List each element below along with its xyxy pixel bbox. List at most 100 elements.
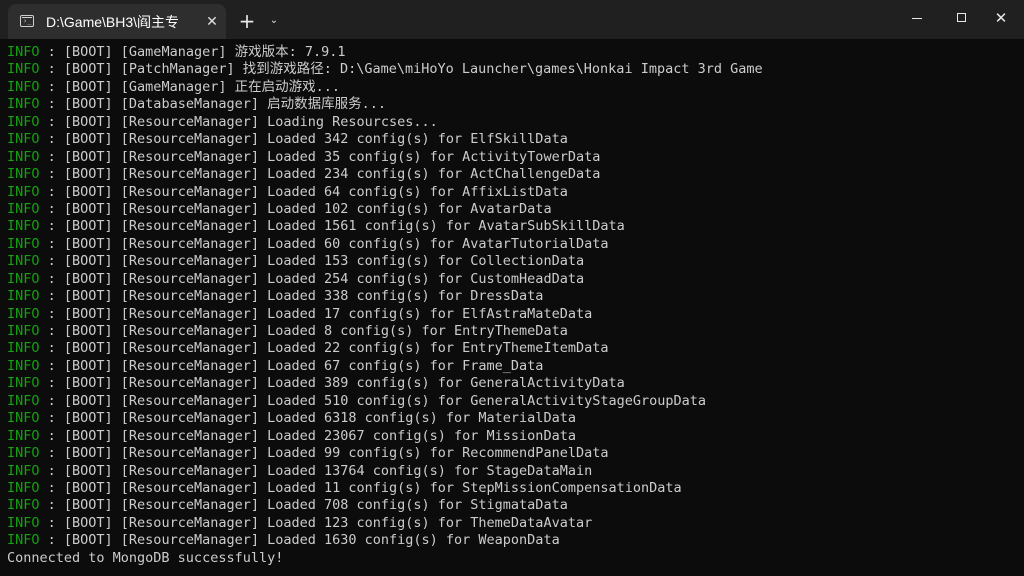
log-line: INFO : [BOOT] [ResourceManager] Loaded 2… <box>7 166 763 183</box>
close-tab-icon[interactable]: ✕ <box>202 12 222 32</box>
log-message: [BOOT] [ResourceManager] Loaded 708 conf… <box>63 497 568 514</box>
log-message: [BOOT] [GameManager] 游戏版本: 7.9.1 <box>63 44 346 60</box>
log-separator: : <box>39 96 64 113</box>
log-message: [BOOT] [ResourceManager] Loading Resourc… <box>63 113 438 130</box>
log-message: [BOOT] [ResourceManager] Loaded 60 confi… <box>63 235 609 252</box>
new-tab-button[interactable]: + <box>234 8 260 34</box>
log-separator: : <box>39 445 64 462</box>
log-separator: : <box>39 323 64 339</box>
log-message: [BOOT] [ResourceManager] Loaded 1630 con… <box>63 532 560 549</box>
close-window-button[interactable]: ✕ <box>978 0 1024 36</box>
log-separator: : <box>39 218 64 235</box>
log-line: INFO : [BOOT] [ResourceManager] Loaded 6… <box>7 184 763 201</box>
log-level: INFO <box>7 514 40 531</box>
log-level: INFO <box>7 253 40 270</box>
log-separator: : <box>39 427 64 444</box>
log-line: INFO : [BOOT] [ResourceManager] Loaded 5… <box>7 393 763 410</box>
log-line: INFO : [BOOT] [ResourceManager] Loaded 8… <box>7 323 763 340</box>
log-separator: : <box>39 462 64 479</box>
log-level: INFO <box>7 148 40 165</box>
log-message: [BOOT] [ResourceManager] Loaded 6318 con… <box>63 410 576 427</box>
log-message: [BOOT] [DatabaseManager] 启动数据库服务... <box>63 96 386 113</box>
log-message: [BOOT] [ResourceManager] Loaded 8 config… <box>63 323 568 339</box>
log-separator: : <box>39 131 64 148</box>
log-message: [BOOT] [ResourceManager] Loaded 342 conf… <box>63 131 568 148</box>
log-message: [BOOT] [GameManager] 正在启动游戏... <box>63 78 340 95</box>
log-level: INFO <box>7 445 40 462</box>
log-level: INFO <box>7 305 40 322</box>
log-line: INFO : [BOOT] [ResourceManager] Loaded 2… <box>7 271 763 288</box>
log-level: INFO <box>7 462 40 479</box>
log-level: INFO <box>7 113 40 130</box>
log-level: INFO <box>7 427 40 444</box>
log-level: INFO <box>7 357 40 374</box>
log-line: INFO : [BOOT] [ResourceManager] Loaded 2… <box>7 340 763 357</box>
log-line: INFO : [BOOT] [ResourceManager] Loaded 1… <box>7 253 763 270</box>
log-line: INFO : [BOOT] [ResourceManager] Loaded 9… <box>7 445 763 462</box>
log-level: INFO <box>7 200 40 217</box>
log-line: INFO : [BOOT] [PatchManager] 找到游戏路径: D:\… <box>7 61 763 78</box>
log-message: [BOOT] [ResourceManager] Loaded 338 conf… <box>63 288 544 305</box>
log-level: INFO <box>7 96 40 113</box>
log-separator: : <box>39 375 64 392</box>
log-line: INFO : [BOOT] [ResourceManager] Loaded 6… <box>7 236 763 253</box>
log-level: INFO <box>7 166 40 183</box>
log-separator: : <box>39 392 64 409</box>
log-line: INFO : [BOOT] [ResourceManager] Loaded 6… <box>7 410 763 427</box>
log-line: INFO : [BOOT] [ResourceManager] Loaded 1… <box>7 201 763 218</box>
log-line: INFO : [BOOT] [ResourceManager] Loaded 6… <box>7 358 763 375</box>
log-separator: : <box>39 183 64 200</box>
log-separator: : <box>39 235 64 252</box>
log-message: [BOOT] [ResourceManager] Loaded 64 confi… <box>63 183 568 200</box>
title-bar[interactable]: ›_ D:\Game\BH3\阎主专 ✕ + ⌄ ✕ <box>0 0 1024 39</box>
log-separator: : <box>39 61 64 78</box>
log-level: INFO <box>7 532 40 549</box>
log-line: INFO : [BOOT] [ResourceManager] Loaded 3… <box>7 375 763 392</box>
log-message: [BOOT] [ResourceManager] Loaded 234 conf… <box>63 166 601 183</box>
log-level: INFO <box>7 323 40 339</box>
minimize-icon <box>912 17 922 19</box>
log-message: [BOOT] [ResourceManager] Loaded 22 confi… <box>63 340 609 357</box>
log-line: INFO : [BOOT] [ResourceManager] Loaded 1… <box>7 306 763 323</box>
log-separator: : <box>39 497 64 514</box>
log-level: INFO <box>7 131 40 148</box>
log-line: INFO : [BOOT] [GameManager] 游戏版本: 7.9.1 <box>7 44 763 61</box>
log-separator: : <box>39 148 64 165</box>
log-message: [BOOT] [ResourceManager] Loaded 254 conf… <box>63 270 585 287</box>
log-level: INFO <box>7 235 40 252</box>
log-level: INFO <box>7 479 40 496</box>
log-level: INFO <box>7 392 40 409</box>
tab-active[interactable]: ›_ D:\Game\BH3\阎主专 ✕ <box>8 4 226 39</box>
log-separator: : <box>39 357 64 374</box>
log-level: INFO <box>7 410 40 427</box>
log-message: [BOOT] [ResourceManager] Loaded 35 confi… <box>63 148 601 165</box>
log-level: INFO <box>7 340 40 357</box>
log-line: INFO : [BOOT] [GameManager] 正在启动游戏... <box>7 79 763 96</box>
log-line: Connected to MongoDB successfully! <box>7 550 763 567</box>
log-separator: : <box>39 288 64 305</box>
log-separator: : <box>39 305 64 322</box>
log-message: [BOOT] [ResourceManager] Loaded 67 confi… <box>63 357 544 374</box>
log-line: INFO : [BOOT] [ResourceManager] Loaded 2… <box>7 428 763 445</box>
log-level: INFO <box>7 44 40 60</box>
log-message: [BOOT] [ResourceManager] Loaded 510 conf… <box>63 392 706 409</box>
log-message: [BOOT] [ResourceManager] Loaded 102 conf… <box>63 200 552 217</box>
log-level: INFO <box>7 270 40 287</box>
log-line: INFO : [BOOT] [ResourceManager] Loaded 1… <box>7 480 763 497</box>
terminal-icon: ›_ <box>20 15 34 27</box>
chevron-down-icon[interactable]: ⌄ <box>264 10 284 32</box>
log-line: INFO : [BOOT] [ResourceManager] Loaded 3… <box>7 131 763 148</box>
log-separator: : <box>39 113 64 130</box>
log-separator: : <box>39 44 64 60</box>
log-message: [BOOT] [ResourceManager] Loaded 123 conf… <box>63 514 593 531</box>
minimize-button[interactable] <box>894 0 940 36</box>
log-line: INFO : [BOOT] [ResourceManager] Loaded 1… <box>7 463 763 480</box>
log-level: INFO <box>7 61 40 78</box>
log-level: INFO <box>7 288 40 305</box>
log-line: INFO : [BOOT] [DatabaseManager] 启动数据库服务.… <box>7 96 763 113</box>
log-separator: : <box>39 253 64 270</box>
log-message: [BOOT] [ResourceManager] Loaded 99 confi… <box>63 445 609 462</box>
log-message: [BOOT] [ResourceManager] Loaded 11 confi… <box>63 479 682 496</box>
terminal-output[interactable]: INFO : [BOOT] [GameManager] 游戏版本: 7.9.1 I… <box>0 39 1024 576</box>
maximize-icon <box>956 13 966 22</box>
